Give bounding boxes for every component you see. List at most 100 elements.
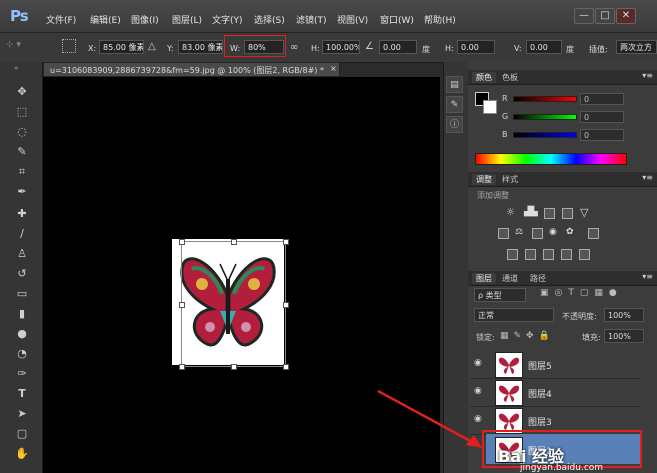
transform-handle[interactable] bbox=[283, 239, 289, 245]
background-color-swatch[interactable] bbox=[483, 100, 497, 114]
color-balance-icon[interactable]: ⚖ bbox=[515, 227, 523, 237]
w-field[interactable]: 80% bbox=[244, 40, 284, 54]
transform-handle[interactable] bbox=[179, 364, 185, 370]
path-select-icon[interactable]: ➤ bbox=[14, 406, 30, 422]
blue-slider[interactable] bbox=[513, 132, 577, 138]
menu-bar: Ps 文件(F) 编辑(E) 图像(I) 图层(L) 文字(Y) 选择(S) 滤… bbox=[0, 0, 657, 33]
brightness-icon[interactable]: ☼ bbox=[506, 207, 515, 218]
tab-adjustments[interactable]: 调整 bbox=[472, 174, 496, 185]
vibrance-icon[interactable]: ▽ bbox=[580, 206, 588, 219]
menu-file[interactable]: 文件(F) bbox=[46, 13, 76, 26]
threshold-icon[interactable] bbox=[543, 249, 554, 260]
link-icon[interactable]: ∞ bbox=[290, 42, 298, 53]
tab-styles[interactable]: 样式 bbox=[502, 174, 518, 185]
menu-edit[interactable]: 编辑(E) bbox=[90, 13, 121, 26]
eye-icon[interactable]: ◉ bbox=[474, 358, 484, 368]
red-value[interactable]: 0 bbox=[580, 93, 624, 105]
shape-tool-icon[interactable]: ▢ bbox=[14, 426, 30, 442]
layer-name: 图层3 bbox=[528, 418, 552, 428]
history-panel-icon[interactable]: ▤ bbox=[446, 76, 463, 93]
marquee-tool-icon[interactable]: ⬚ bbox=[14, 104, 30, 120]
y-field[interactable]: 83.00 像素 bbox=[178, 40, 223, 54]
quick-select-tool-icon[interactable]: ✎ bbox=[14, 144, 30, 160]
panel-menu-icon[interactable]: ▾≡ bbox=[642, 272, 653, 281]
hand-tool-icon[interactable]: ✋ bbox=[14, 446, 30, 462]
menu-layer[interactable]: 图层(L) bbox=[172, 13, 202, 26]
angle-field[interactable]: 0.00 bbox=[379, 40, 417, 54]
blue-value[interactable]: 0 bbox=[580, 129, 624, 141]
posterize-icon[interactable] bbox=[525, 249, 536, 260]
transform-handle[interactable] bbox=[283, 364, 289, 370]
layer-filter-select[interactable]: ρ 类型 bbox=[474, 288, 526, 302]
panel-menu-icon[interactable]: ▾≡ bbox=[642, 71, 653, 80]
menu-help[interactable]: 帮助(H) bbox=[424, 13, 456, 26]
gradient-tool-icon[interactable]: ▮ bbox=[14, 306, 30, 322]
h-field[interactable]: 100.00% bbox=[322, 40, 360, 54]
curves-icon[interactable] bbox=[544, 208, 555, 219]
crop-tool-icon[interactable]: ⌗ bbox=[14, 164, 30, 180]
lock-icons[interactable]: ▦✎✥🔒 bbox=[500, 331, 555, 341]
transform-handle[interactable] bbox=[179, 302, 185, 308]
menu-type[interactable]: 文字(Y) bbox=[212, 13, 243, 26]
hskew-field[interactable]: 0.00 bbox=[457, 40, 495, 54]
menu-select[interactable]: 选择(S) bbox=[254, 13, 285, 26]
stamp-tool-icon[interactable]: ♙ bbox=[14, 246, 30, 262]
gradient-map-icon[interactable] bbox=[579, 249, 590, 260]
blend-mode-select[interactable]: 正常 bbox=[474, 308, 554, 322]
transform-handle[interactable] bbox=[283, 302, 289, 308]
menu-view[interactable]: 视图(V) bbox=[337, 13, 368, 26]
restore-button[interactable]: □ bbox=[595, 8, 615, 24]
delta-icon[interactable]: △ bbox=[148, 41, 156, 52]
dodge-tool-icon[interactable]: ◔ bbox=[14, 346, 30, 362]
transform-handle[interactable] bbox=[179, 239, 185, 245]
info-panel-icon[interactable]: ⓘ bbox=[446, 116, 463, 133]
type-tool-icon[interactable]: T bbox=[14, 386, 30, 402]
levels-icon[interactable]: ▟▙ bbox=[524, 207, 538, 217]
properties-panel-icon[interactable]: ✎ bbox=[446, 96, 463, 113]
hue-saturation-icon[interactable] bbox=[498, 228, 509, 239]
layer-filter-icons[interactable]: ▣◎T▢▦● bbox=[540, 288, 623, 298]
eyedropper-tool-icon[interactable]: ✒ bbox=[14, 184, 30, 200]
document-close-icon[interactable]: × bbox=[330, 64, 337, 73]
tab-color[interactable]: 颜色 bbox=[472, 72, 496, 83]
menu-image[interactable]: 图像(I) bbox=[131, 13, 159, 26]
color-lookup-icon[interactable] bbox=[588, 228, 599, 239]
reference-point-icon[interactable] bbox=[62, 39, 76, 53]
green-value[interactable]: 0 bbox=[580, 111, 624, 123]
black-white-icon[interactable] bbox=[532, 228, 543, 239]
menu-filter[interactable]: 滤镜(T) bbox=[296, 13, 327, 26]
photo-filter-icon[interactable]: ◉ bbox=[549, 227, 557, 237]
move-tool-icon[interactable]: ✥ bbox=[14, 84, 30, 100]
tab-paths[interactable]: 路径 bbox=[530, 273, 546, 284]
lasso-tool-icon[interactable]: ◌ bbox=[14, 124, 30, 140]
transform-handle[interactable] bbox=[231, 239, 237, 245]
transform-handle[interactable] bbox=[231, 364, 237, 370]
x-field[interactable]: 85.00 像素 bbox=[99, 40, 144, 54]
interp-select[interactable]: 两次立方 bbox=[616, 40, 657, 54]
exposure-icon[interactable] bbox=[562, 208, 573, 219]
minimize-button[interactable]: — bbox=[574, 8, 594, 24]
fill-field[interactable]: 100% bbox=[604, 329, 644, 343]
pen-tool-icon[interactable]: ✑ bbox=[14, 366, 30, 382]
color-spectrum-bar[interactable] bbox=[475, 153, 627, 165]
menu-window[interactable]: 窗口(W) bbox=[380, 13, 414, 26]
tab-layers[interactable]: 图层 bbox=[472, 273, 496, 284]
history-brush-icon[interactable]: ↺ bbox=[14, 266, 30, 282]
opacity-field[interactable]: 100% bbox=[604, 308, 644, 322]
panel-menu-icon[interactable]: ▾≡ bbox=[642, 173, 653, 182]
channel-mixer-icon[interactable]: ✿ bbox=[566, 227, 574, 237]
tab-channels[interactable]: 通道 bbox=[502, 273, 518, 284]
tab-swatches[interactable]: 色板 bbox=[502, 72, 518, 83]
close-button[interactable]: ✕ bbox=[616, 8, 636, 24]
toolbox-collapse-icon[interactable]: » bbox=[14, 64, 18, 72]
eraser-tool-icon[interactable]: ▭ bbox=[14, 286, 30, 302]
red-slider[interactable] bbox=[513, 96, 577, 102]
document-tab[interactable]: u=3106083909,2886739728&fm=59.jpg @ 100%… bbox=[43, 62, 340, 77]
healing-brush-icon[interactable]: ✚ bbox=[14, 206, 30, 222]
vskew-field[interactable]: 0.00 bbox=[526, 40, 562, 54]
brush-tool-icon[interactable]: ∕ bbox=[14, 226, 30, 242]
blur-tool-icon[interactable]: ● bbox=[14, 326, 30, 342]
invert-icon[interactable] bbox=[507, 249, 518, 260]
green-slider[interactable] bbox=[513, 114, 577, 120]
selective-color-icon[interactable] bbox=[561, 249, 572, 260]
